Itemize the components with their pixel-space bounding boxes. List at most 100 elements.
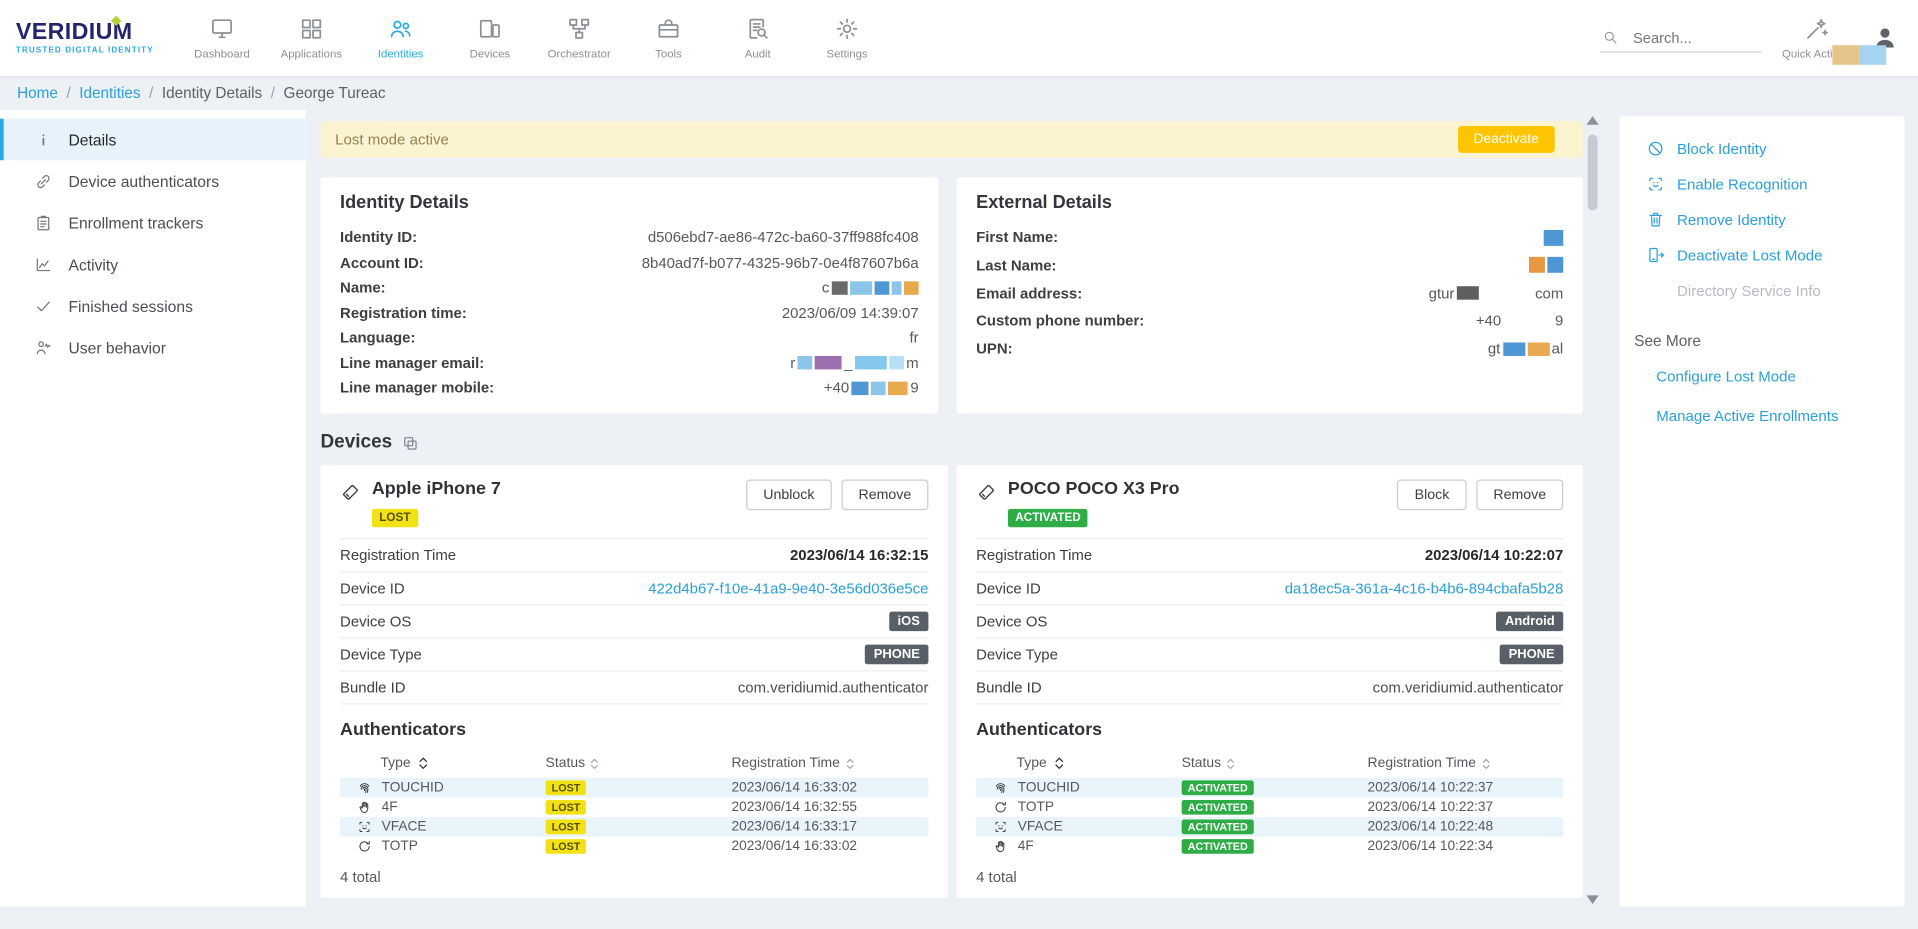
- redacted-block: [1547, 257, 1563, 273]
- veridium-logo: VERIDIUM TRUSTED DIGITAL IDENTITY: [0, 21, 177, 55]
- device-id-link[interactable]: da18ec5a-361a-4c16-b4b6-894cbafa5b28: [1285, 580, 1564, 597]
- checkmark-icon: [34, 297, 52, 315]
- identity-sidebar: Details Device authenticators Enrollment…: [0, 110, 306, 906]
- hand-icon: [993, 839, 1008, 854]
- devices-icon: [477, 16, 503, 42]
- device-field-device-type: Device Type PHONE: [976, 639, 1563, 672]
- scroll-up-arrow[interactable]: [1587, 116, 1599, 125]
- sort-icon: [590, 757, 600, 770]
- field-line-manager-email: Line manager email: r _ m: [340, 354, 919, 371]
- block-identity-link[interactable]: Block Identity: [1646, 139, 1889, 157]
- nav-item-tools[interactable]: Tools: [624, 0, 713, 76]
- block-device-button[interactable]: Block: [1397, 479, 1466, 510]
- authenticator-row-4f: 4F ACTIVATED 2023/06/14 10:22:34: [976, 837, 1563, 857]
- device-card-poco-x3-pro: POCO POCO X3 Pro ACTIVATED Block Remove …: [957, 465, 1583, 898]
- deactivate-lost-mode-button[interactable]: Deactivate: [1458, 126, 1555, 153]
- applications-grid-icon: [298, 16, 324, 42]
- nav-item-dashboard[interactable]: Dashboard: [177, 0, 266, 76]
- authenticator-status-badge: ACTIVATED: [1182, 839, 1254, 854]
- nav-item-settings[interactable]: Settings: [802, 0, 891, 76]
- sidebar-item-device-authenticators[interactable]: Device authenticators: [0, 160, 306, 202]
- top-navbar: VERIDIUM TRUSTED DIGITAL IDENTITY Dashbo…: [0, 0, 1918, 76]
- device-name: POCO POCO X3 Pro: [1008, 479, 1180, 499]
- manage-active-enrollments-link[interactable]: Manage Active Enrollments: [1656, 407, 1890, 424]
- main-scrollbar[interactable]: [1584, 116, 1601, 906]
- redacted-block: [852, 381, 869, 394]
- field-name: Name: c: [340, 279, 919, 296]
- device-field-device-type: Device Type PHONE: [340, 639, 928, 672]
- scroll-down-arrow[interactable]: [1587, 895, 1599, 904]
- unblock-device-button[interactable]: Unblock: [746, 479, 831, 510]
- redacted-block: [855, 356, 887, 369]
- field-upn: UPN: gt al: [976, 340, 1563, 357]
- sort-icon: [1481, 757, 1491, 770]
- authenticators-table: Type Status Registration Time TOUCHID LO…: [340, 749, 928, 857]
- sort-by-status-header[interactable]: Status: [1182, 756, 1368, 771]
- devices-popout-icon[interactable]: [402, 435, 418, 451]
- sort-by-registration-time-header[interactable]: Registration Time: [1368, 756, 1564, 771]
- sidebar-item-finished-sessions[interactable]: Finished sessions: [0, 285, 306, 327]
- scrollbar-thumb[interactable]: [1588, 135, 1598, 211]
- redacted-block: [904, 281, 919, 294]
- device-field-bundle-id: Bundle ID com.veridiumid.authenticator: [340, 672, 928, 705]
- devices-section-title: Devices: [320, 432, 392, 454]
- user-activity-icon: [34, 338, 52, 356]
- main-content: Lost mode active Deactivate Identity Det…: [320, 110, 1582, 928]
- authenticator-status-badge: ACTIVATED: [1182, 800, 1254, 815]
- sort-by-status-header[interactable]: Status: [546, 756, 732, 771]
- remove-device-button[interactable]: Remove: [841, 479, 928, 510]
- breadcrumb: Home / Identities / Identity Details / G…: [0, 76, 1918, 110]
- device-field-device-os: Device OS Android: [976, 605, 1563, 638]
- phone-device-icon: [976, 482, 997, 503]
- field-account-id: Account ID: 8b40ad7f-b077-4325-96b7-0e4f…: [340, 254, 919, 271]
- sidebar-item-user-behavior[interactable]: User behavior: [0, 327, 306, 369]
- redacted-block: [1859, 45, 1886, 65]
- banner-text: Lost mode active: [335, 131, 449, 148]
- field-first-name: First Name:: [976, 229, 1563, 246]
- search-box: [1600, 24, 1761, 52]
- fingerprint-icon: [357, 780, 372, 795]
- configure-lost-mode-link[interactable]: Configure Lost Mode: [1656, 368, 1890, 385]
- field-last-name: Last Name:: [976, 257, 1563, 274]
- sidebar-item-activity[interactable]: Activity: [0, 243, 306, 285]
- sidebar-item-enrollment-trackers[interactable]: Enrollment trackers: [0, 202, 306, 244]
- link-icon: [34, 172, 52, 190]
- redacted-block: [1527, 342, 1549, 355]
- remove-identity-link[interactable]: Remove Identity: [1646, 210, 1889, 228]
- authenticators-title: Authenticators: [340, 720, 928, 740]
- sort-by-registration-time-header[interactable]: Registration Time: [731, 756, 928, 771]
- field-registration-time: Registration time: 2023/06/09 14:39:07: [340, 304, 919, 321]
- device-status-badge: LOST: [372, 509, 418, 527]
- nav-item-applications[interactable]: Applications: [267, 0, 356, 76]
- device-status-badge: ACTIVATED: [1008, 509, 1088, 527]
- redacted-name-value: c: [822, 279, 919, 296]
- identity-details-title: Identity Details: [340, 193, 919, 213]
- sidebar-item-details[interactable]: Details: [0, 119, 306, 161]
- sort-by-type-header[interactable]: Type: [976, 756, 1181, 771]
- nav-item-orchestrator[interactable]: Orchestrator: [535, 0, 624, 76]
- remove-device-button[interactable]: Remove: [1476, 479, 1563, 510]
- breadcrumb-home[interactable]: Home: [17, 84, 58, 101]
- block-icon: [1646, 139, 1664, 157]
- nav-item-devices[interactable]: Devices: [445, 0, 534, 76]
- sort-icon: [416, 756, 431, 771]
- device-type-badge: PHONE: [865, 645, 928, 665]
- sort-by-type-header[interactable]: Type: [340, 756, 545, 771]
- clipboard-icon: [34, 213, 52, 231]
- device-id-link[interactable]: 422d4b67-f10e-41a9-9e40-3e56d036e5ce: [648, 580, 928, 597]
- redacted-email-value: r _ m: [790, 354, 918, 371]
- deactivate-lost-mode-link[interactable]: Deactivate Lost Mode: [1646, 246, 1889, 264]
- authenticator-row-touchid: TOUCHID LOST 2023/06/14 16:33:02: [340, 778, 928, 798]
- logo-tagline: TRUSTED DIGITAL IDENTITY: [16, 46, 177, 55]
- search-input[interactable]: [1631, 28, 1758, 48]
- nav-item-audit[interactable]: Audit: [713, 0, 802, 76]
- breadcrumb-identities[interactable]: Identities: [79, 84, 140, 101]
- nav-item-identities[interactable]: Identities: [356, 0, 445, 76]
- redacted-block: [1529, 257, 1545, 273]
- directory-service-info-link: Directory Service Info: [1646, 281, 1889, 299]
- enable-recognition-link[interactable]: Enable Recognition: [1646, 175, 1889, 193]
- redacted-block: [1544, 229, 1564, 245]
- redacted-block: [1503, 342, 1525, 355]
- authenticator-row-touchid: TOUCHID ACTIVATED 2023/06/14 10:22:37: [976, 778, 1563, 798]
- sort-icon: [1052, 756, 1067, 771]
